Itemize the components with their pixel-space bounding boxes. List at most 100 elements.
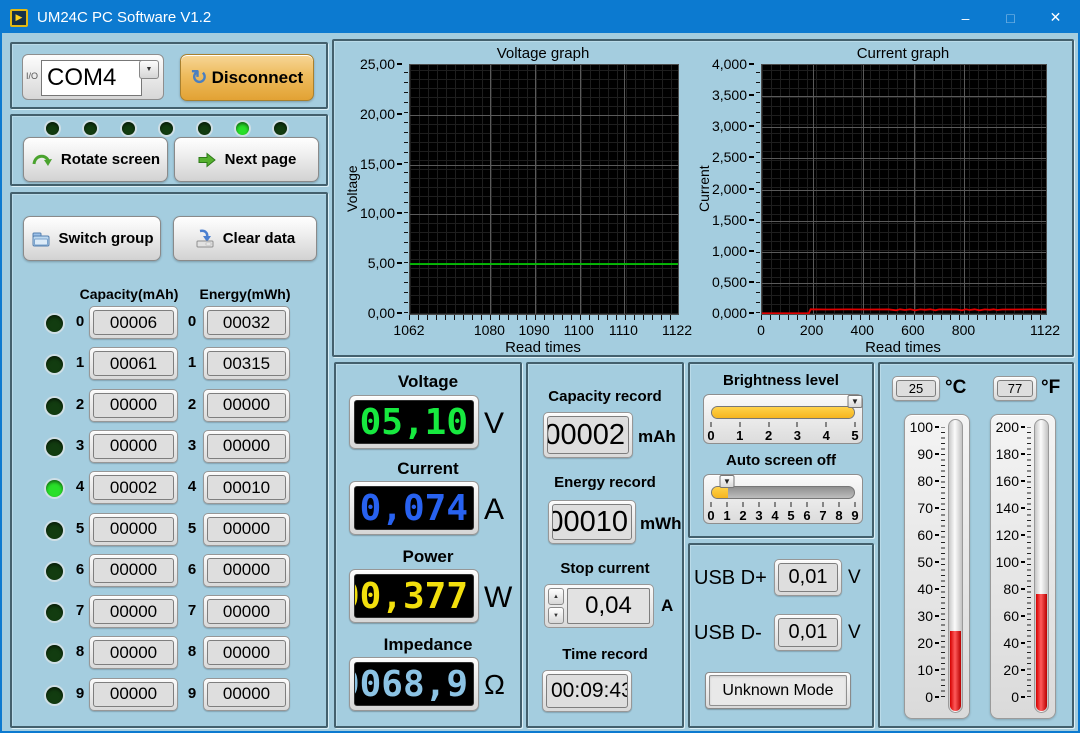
disconnect-button[interactable]: ↻ Disconnect [180, 54, 314, 101]
power-meter-value: 00,377 [354, 574, 474, 618]
group-index: 4 [184, 478, 200, 495]
brightness-slider-track[interactable] [711, 406, 855, 419]
group-index: 5 [184, 520, 200, 537]
energy-header: Energy(mWh) [185, 286, 305, 302]
current-y-ticks: 0,0000,5001,0001,5002,0002,5003,0003,500… [688, 64, 754, 313]
switch-group-label: Switch group [59, 230, 154, 247]
group-index: 2 [72, 396, 88, 413]
brightness-slider-thumb[interactable]: ▼ [848, 395, 863, 408]
group-index: 6 [184, 561, 200, 578]
group-panel: Switch group Clear data Capacity(mAh) En… [10, 192, 328, 728]
time-record-value: 00:09:43 [546, 674, 628, 708]
stop-current-label: Stop current [528, 560, 682, 577]
group-index: 1 [184, 354, 200, 371]
impedance-unit: Ω [484, 669, 505, 701]
group-index: 3 [184, 437, 200, 454]
current-x-ticks: 02004006008001122 [761, 322, 1045, 338]
com-port-select[interactable]: I/O COM4 ▼ [22, 54, 164, 100]
usb-dminus-label: USB D- [694, 622, 762, 645]
page-led [84, 122, 97, 135]
refresh-icon: ↻ [191, 65, 208, 90]
voltage-y-minor-ticks [404, 64, 408, 313]
group-index: 8 [184, 643, 200, 660]
capacity-display: 00000 [89, 430, 178, 463]
usb-dminus-value: 0,01 [778, 618, 838, 647]
spin-up-icon[interactable]: ▲ [548, 588, 564, 605]
app-window: ▶ UM24C PC Software V1.2 – □ ✕ I/O COM4 … [0, 0, 1080, 733]
group-led [46, 522, 63, 539]
app-icon: ▶ [10, 9, 28, 27]
group-index: 4 [72, 478, 88, 495]
impedance-meter: 0068,9 [349, 657, 479, 711]
celsius-mercury [950, 631, 961, 712]
capacity-display: 00000 [89, 678, 178, 711]
brightness-slider[interactable]: ▼ 012345 [703, 394, 863, 444]
maximize-button[interactable]: □ [988, 2, 1033, 33]
meters-panel: Voltage 05,10 V Current 0,074 A Power 00… [334, 362, 522, 728]
rotate-screen-button[interactable]: Rotate screen [23, 137, 168, 182]
energy-record-value: 00010 [552, 504, 632, 540]
energy-display: 00000 [203, 678, 290, 711]
capacity-display: 00061 [89, 347, 178, 380]
stop-current-value[interactable]: 0,04 [567, 588, 650, 624]
spin-down-icon[interactable]: ▼ [548, 607, 564, 624]
energy-display: 00000 [203, 513, 290, 546]
capacity-display: 00002 [89, 471, 178, 504]
group-led [46, 398, 63, 415]
capacity-display: 00000 [89, 636, 178, 669]
group-index: 0 [72, 313, 88, 330]
current-x-minor-ticks [761, 315, 1045, 320]
slider-tick-label: 2 [765, 428, 772, 443]
usb-dplus-value: 0,01 [778, 563, 838, 592]
com-port-value[interactable]: COM4 [41, 60, 142, 96]
capacity-display: 00000 [89, 389, 178, 422]
celsius-tube [948, 419, 963, 713]
group-index: 9 [72, 685, 88, 702]
capacity-header: Capacity(mAh) [54, 286, 204, 302]
minimize-button[interactable]: – [943, 2, 988, 33]
voltage-x-minor-ticks [409, 315, 677, 320]
auto-screen-off-slider[interactable]: ▼ 0123456789 [703, 474, 863, 524]
slider-tick-label: 2 [739, 508, 746, 523]
group-index: 1 [72, 354, 88, 371]
stop-current-control[interactable]: ▲ ▼ 0,04 [544, 584, 654, 628]
voltage-meter-label: Voltage [336, 372, 520, 392]
voltage-chart-title: Voltage graph [409, 45, 677, 62]
voltage-x-axis-label: Read times [409, 339, 677, 356]
capacity-record-unit: mAh [638, 427, 676, 447]
group-row: 200000200000 [12, 389, 326, 423]
group-led [46, 315, 63, 332]
connection-panel: I/O COM4 ▼ ↻ Disconnect [10, 42, 328, 109]
chevron-down-icon[interactable]: ▼ [139, 60, 159, 79]
page-led [160, 122, 173, 135]
slider-tick-label: 1 [736, 428, 743, 443]
energy-display: 00032 [203, 306, 290, 339]
current-meter-value: 0,074 [354, 486, 474, 530]
switch-group-button[interactable]: Switch group [23, 216, 161, 261]
close-button[interactable]: ✕ [1033, 2, 1078, 33]
energy-display: 00000 [203, 554, 290, 587]
group-row: 500000500000 [12, 513, 326, 547]
slider-tick-label: 7 [819, 508, 826, 523]
temperature-panel: 25 °C 77 °F 1009080706050403020100 20018… [878, 362, 1074, 728]
next-page-button[interactable]: Next page [174, 137, 319, 182]
usb-dplus-unit: V [848, 567, 861, 589]
page-led [236, 122, 249, 135]
power-meter: 00,377 [349, 569, 479, 623]
group-led [46, 645, 63, 662]
save-down-icon [195, 229, 215, 248]
usb-dminus-unit: V [848, 622, 861, 644]
device-settings-panel: Brightness level ▼ 012345 Auto screen of… [688, 362, 874, 538]
fahrenheit-value: 77 [997, 380, 1033, 397]
current-x-axis-label: Read times [761, 339, 1045, 356]
capacity-record-label: Capacity record [528, 388, 682, 405]
clear-data-button[interactable]: Clear data [173, 216, 317, 261]
stop-current-unit: A [661, 596, 673, 616]
window-title: UM24C PC Software V1.2 [37, 9, 943, 26]
usb-dplus-label: USB D+ [694, 567, 767, 590]
energy-display: 00000 [203, 430, 290, 463]
group-row: 400002400010 [12, 471, 326, 505]
celsius-thermometer: 1009080706050403020100 [904, 414, 970, 719]
auto-screen-off-slider-thumb[interactable]: ▼ [720, 475, 735, 488]
energy-display: 00000 [203, 636, 290, 669]
